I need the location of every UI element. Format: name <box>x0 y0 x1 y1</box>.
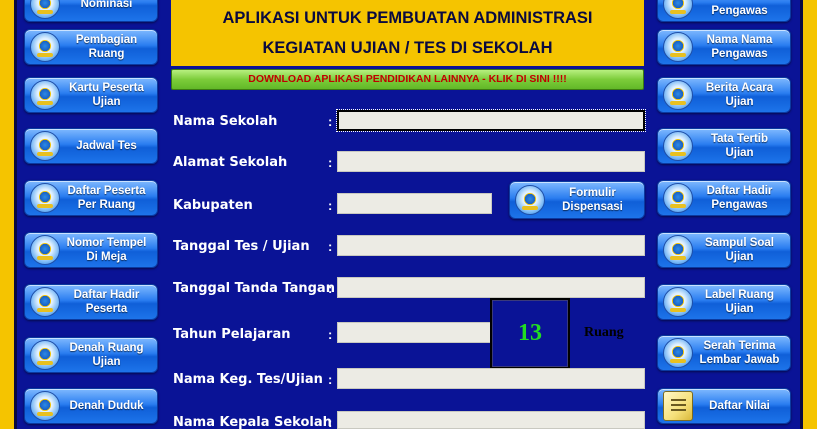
nominasi-button[interactable]: Nominasi <box>24 0 158 22</box>
nama-kepala-sekolah-input[interactable] <box>337 411 645 429</box>
app-title: APLIKASI UNTUK PEMBUATAN ADMINISTRASI KE… <box>171 0 644 66</box>
tut-wuri-logo-icon <box>30 235 60 265</box>
label-ruang-button[interactable]: Label Ruang Ujian <box>657 284 791 320</box>
kabupaten-input[interactable] <box>337 193 492 214</box>
denah-ruang-button[interactable]: Denah Ruang Ujian <box>24 337 158 373</box>
colon: : <box>328 198 333 213</box>
pembagian-ruang-button[interactable]: Pembagian Ruang <box>24 29 158 65</box>
tut-wuri-logo-icon <box>30 0 60 19</box>
daftar-peserta-button[interactable]: Daftar Peserta Per Ruang <box>24 180 158 216</box>
colon: : <box>328 415 333 429</box>
download-link[interactable]: DOWNLOAD APLIKASI PENDIDIKAN LAINNYA - K… <box>171 69 644 90</box>
tut-wuri-logo-icon <box>515 185 545 215</box>
alamat-sekolah-input[interactable] <box>337 151 645 172</box>
tut-wuri-logo-icon <box>30 183 60 213</box>
nama-sekolah-input[interactable] <box>336 109 646 132</box>
jadwal-tes-button[interactable]: Jadwal Tes <box>24 128 158 164</box>
colon: : <box>328 155 333 170</box>
title-line-1: APLIKASI UNTUK PEMBUATAN ADMINISTRASI <box>222 9 593 27</box>
room-count: 13 <box>490 298 570 369</box>
nama-kepala-sekolah-label: Nama Kepala Sekolah <box>173 415 332 429</box>
tut-wuri-logo-icon <box>663 32 693 62</box>
tut-wuri-logo-icon <box>663 287 693 317</box>
tut-wuri-logo-icon <box>30 340 60 370</box>
tut-wuri-logo-icon <box>30 391 60 421</box>
tut-wuri-logo-icon <box>663 183 693 213</box>
formulir-dispensasi-button[interactable]: Formulir Dispensasi <box>509 181 645 219</box>
title-line-2: KEGIATAN UJIAN / TES DI SEKOLAH <box>262 39 553 57</box>
kabupaten-label: Kabupaten <box>173 198 253 213</box>
nama-kegiatan-input[interactable] <box>337 368 645 389</box>
tut-wuri-logo-icon <box>30 131 60 161</box>
denah-duduk-button[interactable]: Denah Duduk <box>24 388 158 424</box>
tahun-pelajaran-label: Tahun Pelajaran <box>173 327 291 342</box>
tanggal-tanda-tangan-input[interactable] <box>337 277 645 298</box>
daftar-hadir-pengawas-button[interactable]: Daftar Hadir Pengawas <box>657 180 791 216</box>
pengawas-button[interactable]: Pengawas <box>657 0 791 22</box>
tut-wuri-logo-icon <box>30 80 60 110</box>
colon: : <box>328 327 333 342</box>
tahun-pelajaran-input[interactable] <box>337 322 492 343</box>
notepad-icon <box>663 391 693 421</box>
tut-wuri-logo-icon <box>663 0 693 19</box>
room-unit-label: Ruang <box>584 325 624 340</box>
alamat-sekolah-label: Alamat Sekolah <box>173 155 288 170</box>
colon: : <box>328 114 333 129</box>
tanggal-tanda-tangan-label: Tanggal Tanda Tangan <box>173 281 335 296</box>
sampul-soal-button[interactable]: Sampul Soal Ujian <box>657 232 791 268</box>
tut-wuri-logo-icon <box>30 32 60 62</box>
tut-wuri-logo-icon <box>30 287 60 317</box>
tut-wuri-logo-icon <box>663 80 693 110</box>
tata-tertib-button[interactable]: Tata Tertib Ujian <box>657 128 791 164</box>
berita-acara-button[interactable]: Berita Acara Ujian <box>657 77 791 113</box>
serah-terima-button[interactable]: Serah Terima Lembar Jawab <box>657 335 791 371</box>
kartu-peserta-button[interactable]: Kartu Peserta Ujian <box>24 77 158 113</box>
tut-wuri-logo-icon <box>663 131 693 161</box>
nomor-tempel-button[interactable]: Nomor Tempel Di Meja <box>24 232 158 268</box>
daftar-hadir-peserta-button[interactable]: Daftar Hadir Peserta <box>24 284 158 320</box>
colon: : <box>328 372 333 387</box>
colon: : <box>328 239 333 254</box>
tut-wuri-logo-icon <box>663 338 693 368</box>
colon: : <box>328 281 333 296</box>
tut-wuri-logo-icon <box>663 235 693 265</box>
nama-sekolah-label: Nama Sekolah <box>173 114 278 129</box>
tanggal-tes-input[interactable] <box>337 235 645 256</box>
nama-kegiatan-label: Nama Keg. Tes/Ujian <box>173 372 323 387</box>
nama-nama-pengawas-button[interactable]: Nama Nama Pengawas <box>657 29 791 65</box>
daftar-nilai-button[interactable]: Daftar Nilai <box>657 388 791 424</box>
tanggal-tes-label: Tanggal Tes / Ujian <box>173 239 310 254</box>
